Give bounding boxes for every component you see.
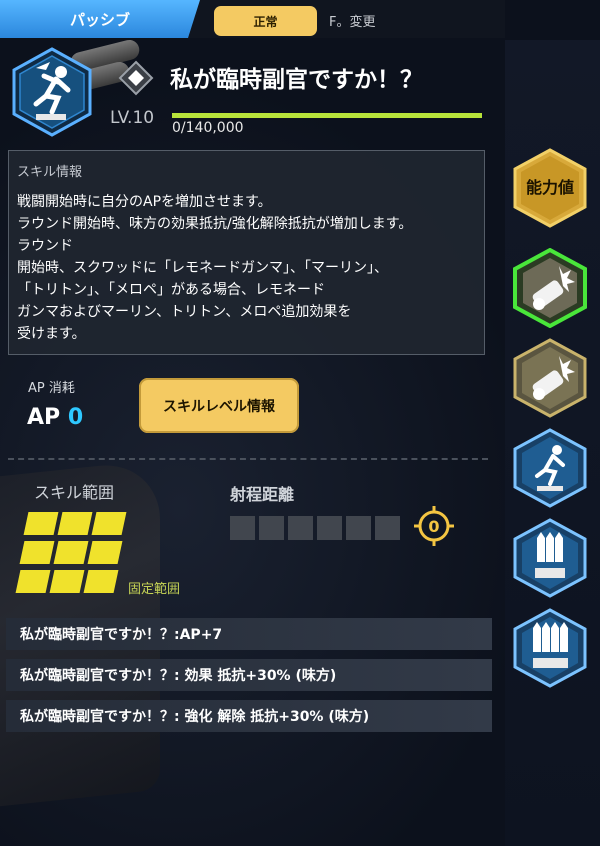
effect-row: 私が臨時副官ですか！？: 強化 解除 抵抗+30% (味方) xyxy=(6,700,492,732)
range-cell xyxy=(53,541,89,564)
description-line: 開始時、スクワッドに「レモネードガンマ」、「マーリン」、 xyxy=(17,260,388,276)
range-distance-label: 射程距離 xyxy=(230,485,295,504)
quad-missile-icon[interactable] xyxy=(513,608,587,688)
skill-level-info-button[interactable]: スキルレベル情報 xyxy=(139,378,299,433)
distance-segment xyxy=(317,516,342,540)
skill-title: 私が臨時副官ですか！？ xyxy=(170,67,423,93)
range-cell xyxy=(57,512,93,535)
range-cell xyxy=(87,541,123,564)
running-soldier-icon xyxy=(12,47,92,137)
xp-value: 0/140,000 xyxy=(172,120,244,136)
distance-value: 0 xyxy=(428,517,439,536)
skill-range-label: スキル範囲 xyxy=(34,483,115,502)
range-cell xyxy=(83,570,119,593)
range-cell xyxy=(49,570,85,593)
top-tab-bar: パッシブ 正常 F。変更 xyxy=(0,0,505,38)
skill-level: LV.10 xyxy=(110,108,155,128)
ap-cost-label: AP 消耗 xyxy=(28,381,75,396)
skill-info-panel: スキル情報 戦闘開始時に自分のAPを増加させます。 ラウンド開始時、味方の効果抵… xyxy=(8,150,485,355)
skill-description: 戦闘開始時に自分のAPを増加させます。 ラウンド開始時、味方の効果抵抗/強化解除… xyxy=(17,191,412,345)
description-line: 戦闘開始時に自分のAPを増加させます。 xyxy=(17,194,272,210)
distance-segment xyxy=(346,516,371,540)
skill-info-heading: スキル情報 xyxy=(17,165,83,180)
fixed-range-label: 固定範囲 xyxy=(128,582,181,597)
tab-passive[interactable]: パッシブ xyxy=(0,0,200,38)
stats-button[interactable]: 能力値 xyxy=(513,148,587,228)
range-cell xyxy=(15,570,51,593)
stats-label: 能力値 xyxy=(526,178,574,197)
crosshair-icon: 0 xyxy=(414,506,454,546)
description-line: ラウンド開始時、味方の効果抵抗/強化解除抵抗が増加します。 xyxy=(17,216,413,232)
distance-segment xyxy=(230,516,255,540)
distance-segment xyxy=(375,516,400,540)
rarity-diamond-icon xyxy=(118,60,154,96)
range-cell xyxy=(23,512,59,535)
effect-row: 私が臨時副官ですか！？: 効果 抵抗+30% (味方) xyxy=(6,659,492,691)
range-cell xyxy=(91,512,127,535)
change-key-hint[interactable]: F。変更 xyxy=(329,11,375,30)
distance-segment xyxy=(259,516,284,540)
distance-segment xyxy=(288,516,313,540)
description-line: 「トリトン」、「メロペ」がある場合、レモネード xyxy=(17,282,325,298)
ap-cost-value: AP 0 xyxy=(27,405,83,430)
ap-number: 0 xyxy=(67,405,84,430)
tab-normal[interactable]: 正常 xyxy=(214,6,317,36)
explosion-cannon-icon[interactable] xyxy=(513,338,587,418)
explosion-cannon-icon-active[interactable] xyxy=(513,248,587,328)
xp-progress-bar xyxy=(172,113,482,118)
ap-prefix: AP xyxy=(27,405,61,430)
description-line: 受けます。 xyxy=(17,326,86,342)
triple-missile-icon[interactable] xyxy=(513,518,587,598)
description-line: ガンマおよびマーリン、トリトン、メロペ追加効果を xyxy=(17,304,352,320)
effect-row: 私が臨時副官ですか！？:AP+7 xyxy=(6,618,492,650)
skill-range-grid xyxy=(15,510,128,595)
description-line: ラウンド xyxy=(17,238,73,254)
divider xyxy=(8,458,488,460)
running-soldier-icon[interactable] xyxy=(513,428,587,508)
range-cell xyxy=(19,541,55,564)
